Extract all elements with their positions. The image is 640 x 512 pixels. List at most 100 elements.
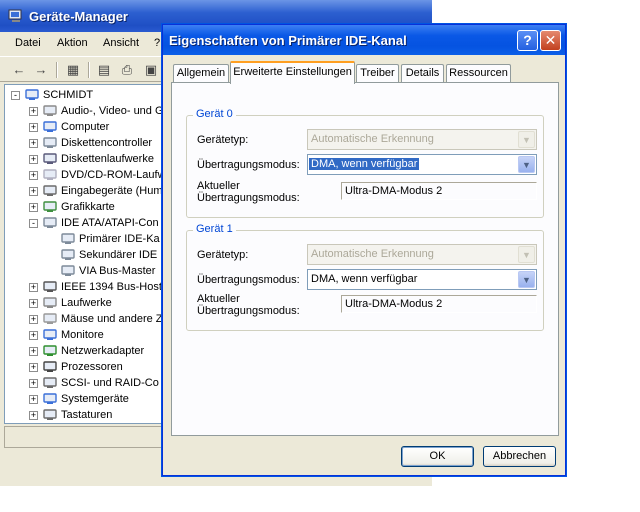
- toolbar-separator: [56, 62, 58, 78]
- help-icon[interactable]: ▣: [142, 61, 160, 79]
- device-type-value: Automatische Erkennung: [311, 133, 434, 145]
- tree-item-label: Eingabegeräte (Hum: [61, 185, 163, 197]
- properties-icon[interactable]: ▤: [95, 61, 113, 79]
- expand-icon[interactable]: +: [29, 347, 38, 356]
- menu-datei[interactable]: Datei: [15, 37, 41, 49]
- device-manager-icon: [8, 9, 22, 22]
- floppy-icon: [43, 153, 57, 165]
- chevron-down-icon[interactable]: ▼: [518, 271, 535, 288]
- menu-aktion[interactable]: Aktion: [57, 37, 88, 49]
- expand-icon[interactable]: +: [29, 315, 38, 324]
- system-icon: [43, 393, 57, 405]
- expand-icon[interactable]: +: [29, 379, 38, 388]
- tab-bar: Allgemein Erweiterte Einstellungen Treib…: [171, 61, 561, 84]
- network-icon: [43, 345, 57, 357]
- cpu-icon: [43, 361, 57, 373]
- tab-details[interactable]: Details: [401, 64, 444, 83]
- cancel-button[interactable]: Abbrechen: [483, 446, 556, 467]
- transfer-mode-select[interactable]: DMA, wenn verfügbar ▼: [307, 154, 537, 175]
- menu-ansicht[interactable]: Ansicht: [103, 37, 139, 49]
- controller-icon: [43, 137, 57, 149]
- toolbar-separator: [88, 62, 90, 78]
- tree-item-label: Audio-, Video- und G: [61, 105, 164, 117]
- collapse-icon[interactable]: -: [29, 219, 38, 228]
- tree-item-label: Diskettencontroller: [61, 137, 153, 149]
- tree-item-label: Sekundärer IDE: [79, 249, 158, 261]
- tab-treiber[interactable]: Treiber: [356, 64, 399, 83]
- tree-item-label: SCSI- und RAID-Co: [61, 377, 159, 389]
- tree-item-label: IDE ATA/ATAPI-Con: [61, 217, 159, 229]
- cdrom-icon: [43, 169, 57, 181]
- back-arrow-icon[interactable]: ←: [10, 61, 28, 79]
- close-button[interactable]: ✕: [540, 30, 561, 51]
- expand-icon[interactable]: +: [29, 139, 38, 148]
- tab-allgemein[interactable]: Allgemein: [173, 64, 229, 83]
- keyboard-icon: [43, 185, 57, 197]
- device-type-label: Gerätetyp:: [197, 249, 249, 261]
- tree-item-label: Tastaturen: [61, 409, 113, 421]
- tab-panel-advanced: Gerät 0 Gerätetyp: Automatische Erkennun…: [171, 82, 559, 436]
- show-hide-tree-icon[interactable]: ▦: [64, 61, 82, 79]
- transfer-mode-select[interactable]: DMA, wenn verfügbar ▼: [307, 269, 537, 290]
- expand-icon[interactable]: +: [29, 331, 38, 340]
- properties-dialog: Eigenschaften von Primärer IDE-Kanal ? ✕…: [162, 24, 566, 476]
- tree-item-label: Monitore: [61, 329, 104, 341]
- tree-item-label: Grafikkarte: [61, 201, 115, 213]
- tab-erweiterte-einstellungen[interactable]: Erweiterte Einstellungen: [230, 61, 355, 84]
- group-title: Gerät 0: [193, 108, 236, 120]
- current-mode-value: Ultra-DMA-Modus 2: [345, 298, 443, 310]
- group-device-0: Gerät 0 Gerätetyp: Automatische Erkennun…: [186, 108, 544, 218]
- transfer-mode-label: Übertragungsmodus:: [197, 274, 300, 286]
- expand-icon[interactable]: +: [29, 187, 38, 196]
- expand-icon[interactable]: +: [29, 283, 38, 292]
- scsi-icon: [43, 377, 57, 389]
- display-icon: [43, 201, 57, 213]
- tree-item-label: SCHMIDT: [43, 89, 94, 101]
- expand-icon[interactable]: +: [29, 363, 38, 372]
- help-button[interactable]: ?: [517, 30, 538, 51]
- forward-arrow-icon[interactable]: →: [32, 61, 50, 79]
- dialog-title: Eigenschaften von Primärer IDE-Kanal: [169, 33, 407, 48]
- expand-icon[interactable]: +: [29, 299, 38, 308]
- tree-item-label: Laufwerke: [61, 297, 112, 309]
- expand-icon[interactable]: +: [29, 411, 38, 420]
- menu-help[interactable]: ?: [154, 37, 160, 49]
- expand-icon[interactable]: +: [29, 171, 38, 180]
- tab-ressourcen[interactable]: Ressourcen: [446, 64, 511, 83]
- collapse-icon[interactable]: -: [11, 91, 20, 100]
- tree-item-label: Computer: [61, 121, 110, 133]
- expand-icon[interactable]: +: [29, 107, 38, 116]
- tree-item-label: Mäuse und andere Z: [61, 313, 163, 325]
- tree-item-label: VIA Bus-Master: [79, 265, 156, 277]
- dialog-titlebar[interactable]: Eigenschaften von Primärer IDE-Kanal ? ✕: [163, 25, 565, 55]
- drive-icon: [43, 297, 57, 309]
- tree-item-label: IEEE 1394 Bus-Host: [61, 281, 162, 293]
- transfer-mode-label: Übertragungsmodus:: [197, 159, 300, 171]
- expand-icon[interactable]: +: [29, 123, 38, 132]
- tree-item-label: DVD/CD-ROM-Laufw: [61, 169, 166, 181]
- current-mode-label-2: Übertragungsmodus:: [197, 305, 300, 317]
- group-device-1: Gerät 1 Gerätetyp: Automatische Erkennun…: [186, 223, 544, 331]
- ok-button[interactable]: OK: [401, 446, 474, 467]
- sound-icon: [43, 105, 57, 117]
- transfer-mode-value: DMA, wenn verfügbar: [311, 273, 418, 285]
- expand-icon[interactable]: +: [29, 395, 38, 404]
- expand-icon[interactable]: +: [29, 203, 38, 212]
- group-title: Gerät 1: [193, 223, 236, 235]
- current-mode-field: Ultra-DMA-Modus 2: [341, 295, 537, 313]
- controller-icon: [61, 233, 75, 245]
- current-mode-field: Ultra-DMA-Modus 2: [341, 182, 537, 200]
- device-type-label: Gerätetyp:: [197, 134, 249, 146]
- keyboard-icon: [43, 409, 57, 421]
- tree-item-label: Prozessoren: [61, 361, 123, 373]
- expand-icon[interactable]: +: [29, 155, 38, 164]
- monitor-icon: [43, 329, 57, 341]
- chevron-down-icon: ▼: [518, 131, 535, 148]
- tree-item-label: Systemgeräte: [61, 393, 129, 405]
- tree-item-label: Primärer IDE-Ka: [79, 233, 160, 245]
- chevron-down-icon[interactable]: ▼: [518, 156, 535, 173]
- current-mode-label-2: Übertragungsmodus:: [197, 192, 300, 204]
- chevron-down-icon: ▼: [518, 246, 535, 263]
- tree-item-label: Diskettenlaufwerke: [61, 153, 154, 165]
- print-icon[interactable]: ⎙: [118, 61, 136, 79]
